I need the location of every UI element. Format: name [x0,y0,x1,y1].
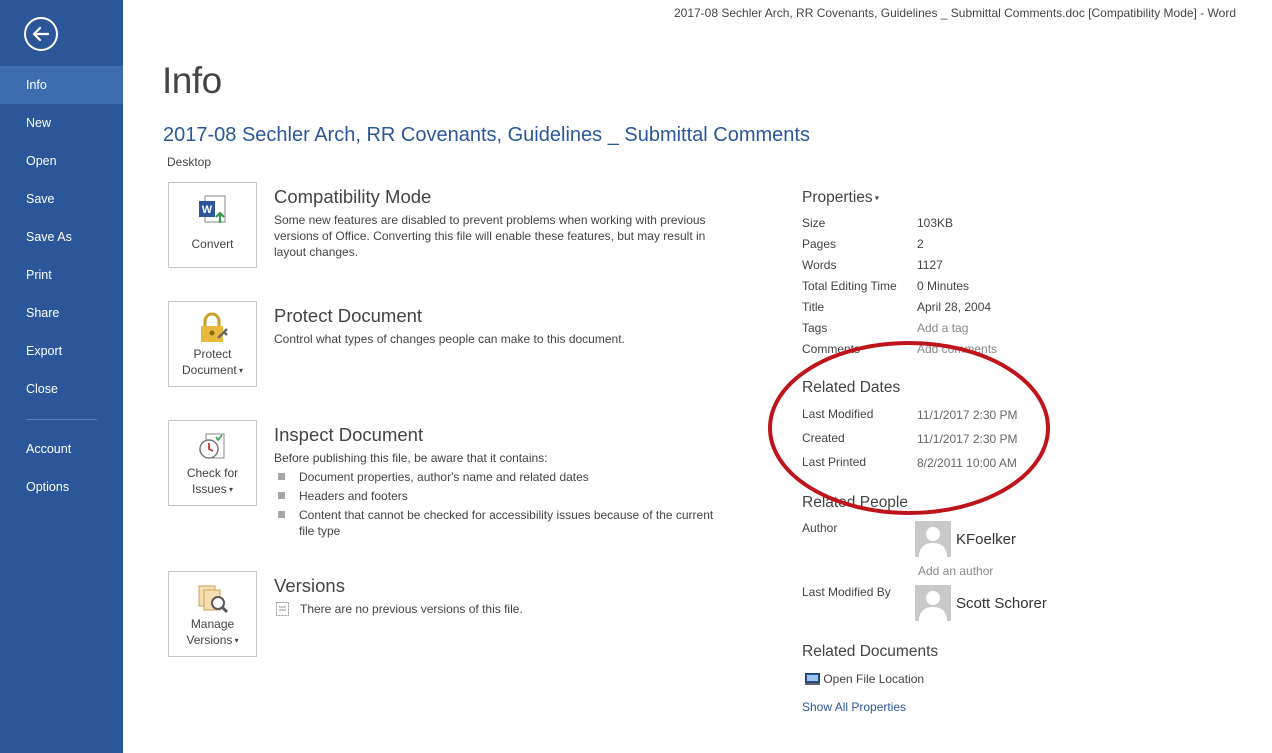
add-tag-field[interactable]: Add a tag [917,321,968,335]
last-modified-by-label: Last Modified By [802,585,891,599]
author-name[interactable]: KFoelker [956,531,1016,548]
inspect-document-icon [199,433,225,459]
date-label-last-printed: Last Printed [802,455,867,469]
prop-value-words: 1127 [917,258,943,272]
check-for-issues-button[interactable]: Check for Issues ▾ [168,420,257,506]
dropdown-caret-icon: ▾ [236,365,243,375]
list-item: Headers and footers [278,488,718,504]
date-value-last-modified: 11/1/2017 2:30 PM [917,408,1018,422]
back-button[interactable] [24,17,58,51]
date-label-created: Created [802,431,845,445]
check-issues-label-row: Issues ▾ [169,481,256,498]
author-avatar [915,521,951,557]
page-title: Info [162,60,222,101]
protect-label-row: Document ▾ [169,362,256,379]
folder-location-icon [805,673,820,685]
related-people-heading: Related People [802,494,908,511]
document-versions-icon [276,602,289,616]
add-comments-field[interactable]: Add comments [917,342,997,356]
modifier-avatar [915,585,951,621]
compatibility-mode-heading: Compatibility Mode [274,186,432,207]
related-documents-heading: Related Documents [802,643,939,660]
back-arrow-icon [32,26,50,42]
protect-document-heading: Protect Document [274,305,423,326]
properties-heading: Properties [802,189,873,206]
nav-close[interactable]: Close [0,370,123,408]
versions-heading: Versions [274,575,345,596]
nav-open[interactable]: Open [0,142,123,180]
prop-value-title[interactable]: April 28, 2004 [917,300,991,314]
show-all-properties-link[interactable]: Show All Properties [802,700,906,714]
manage-versions-button[interactable]: Manage Versions ▾ [168,571,257,657]
prop-label-size: Size [802,216,826,230]
inspect-items-list: Document properties, author's name and r… [278,469,718,542]
open-file-location-link[interactable]: Open File Location [805,672,924,686]
list-item: Content that cannot be checked for acces… [278,507,718,539]
document-location: Desktop [167,155,212,169]
list-item: Document properties, author's name and r… [278,469,718,485]
word-convert-icon: W [199,195,226,223]
prop-label-tags: Tags [802,321,828,335]
add-author-field[interactable]: Add an author [918,564,993,578]
svg-text:W: W [202,204,213,216]
prop-label-comments: Comments [802,342,861,356]
nav-save-as[interactable]: Save As [0,218,123,256]
dropdown-caret-icon: ▾ [226,484,233,494]
nav-new[interactable]: New [0,104,123,142]
nav-print[interactable]: Print [0,256,123,294]
protect-document-description: Control what types of changes people can… [274,332,625,346]
manage-versions-label-line1: Manage [190,617,235,631]
backstage-sidebar: Info New Open Save Save As Print Share E… [0,0,123,753]
convert-label: Convert [191,237,234,251]
compatibility-mode-description: Some new features are disabled to preven… [274,213,706,259]
check-issues-label-line2: Issues [192,482,227,496]
protect-label-line1: Protect [193,347,232,361]
date-label-last-modified: Last Modified [802,407,874,421]
manage-versions-label-row: Versions ▾ [169,632,256,649]
lock-key-icon [201,312,228,342]
open-file-location-label: Open File Location [823,672,925,686]
prop-label-pages: Pages [802,237,837,251]
dropdown-caret-icon: ▾ [232,635,239,645]
protect-label-line2: Document [182,363,237,377]
inspect-document-description: Before publishing this file, be aware th… [274,451,548,465]
nav-export[interactable]: Export [0,332,123,370]
last-modified-by-name[interactable]: Scott Schorer [956,595,1047,612]
document-title: 2017-08 Sechler Arch, RR Covenants, Guid… [163,124,810,146]
prop-label-words: Words [802,258,837,272]
manage-versions-label-line2: Versions [186,633,233,647]
check-issues-label-line1: Check for [186,466,239,480]
nav-info[interactable]: Info [0,66,123,104]
chevron-down-icon: ▾ [872,193,879,203]
annotation-ellipse [768,341,1050,515]
prop-value-pages: 2 [917,237,924,251]
nav-save[interactable]: Save [0,180,123,218]
convert-button[interactable]: W Convert [168,182,257,268]
person-icon [919,591,947,621]
nav-options[interactable]: Options [0,468,123,506]
prop-value-size: 103KB [917,216,954,230]
prop-label-editing-time: Total Editing Time [802,279,897,293]
prop-label-title: Title [802,300,825,314]
nav-share[interactable]: Share [0,294,123,332]
author-label: Author [802,521,838,535]
manage-versions-icon [198,585,229,614]
versions-description: There are no previous versions of this f… [300,602,523,616]
related-dates-heading: Related Dates [802,379,901,396]
inspect-document-heading: Inspect Document [274,424,424,445]
date-value-last-printed: 8/2/2011 10:00 AM [917,456,1017,470]
protect-document-button[interactable]: Protect Document ▾ [168,301,257,387]
nav-account[interactable]: Account [0,430,123,468]
nav-divider [26,419,97,420]
properties-dropdown[interactable]: Properties ▾ [802,189,879,207]
date-value-created: 11/1/2017 2:30 PM [917,432,1018,446]
prop-value-editing-time: 0 Minutes [917,279,970,293]
person-icon [919,527,947,557]
window-title: 2017-08 Sechler Arch, RR Covenants, Guid… [673,6,1236,20]
